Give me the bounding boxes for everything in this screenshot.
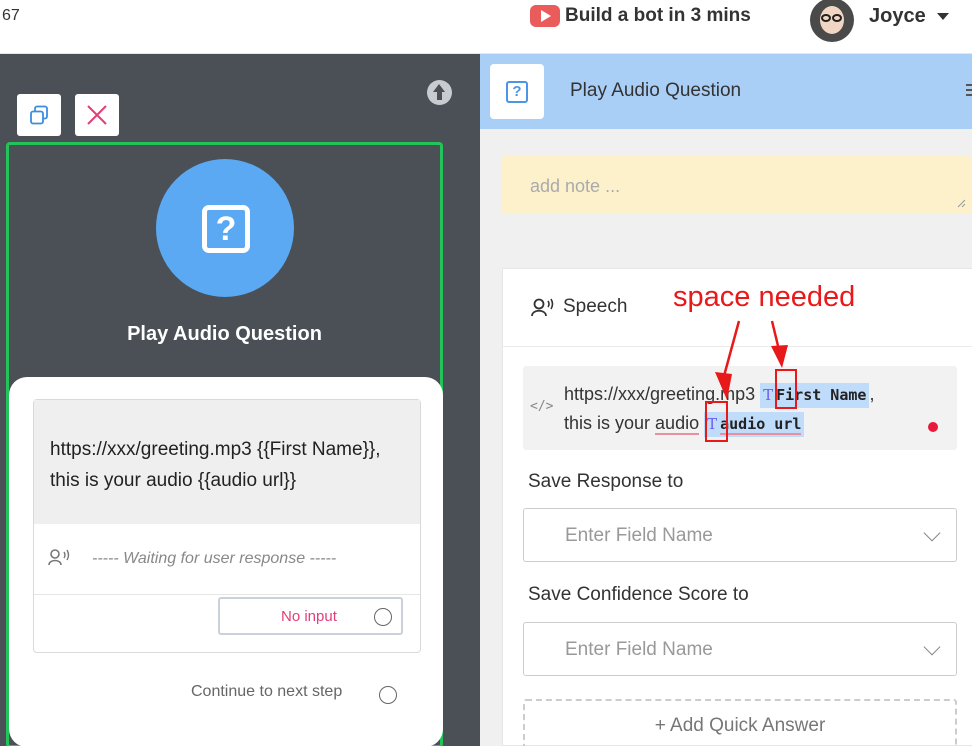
- panel-header: ? Play Audio Question: [480, 54, 972, 129]
- selected-node-card[interactable]: ? Play Audio Question https://xxx/greeti…: [6, 142, 443, 746]
- message-line-1: https://xxx/greeting.mp3 {{First Name}},: [50, 439, 381, 460]
- no-input-label: No input: [281, 608, 337, 625]
- message-box: https://xxx/greeting.mp3 {{First Name}},…: [33, 399, 421, 653]
- waiting-text: ----- Waiting for user response -----: [92, 550, 337, 567]
- select-placeholder: Enter Field Name: [565, 639, 713, 660]
- delete-button[interactable]: [75, 94, 119, 136]
- annotation-text: space needed: [673, 281, 856, 313]
- add-quick-answer-label: + Add Quick Answer: [654, 715, 826, 736]
- editor-line-2: this is your audio Taudio url: [564, 412, 805, 437]
- resize-grip-icon[interactable]: [956, 198, 966, 208]
- save-response-select[interactable]: Enter Field Name: [523, 508, 957, 562]
- divider: [503, 346, 972, 347]
- avatar-glasses-right: [832, 14, 842, 22]
- save-confidence-label: Save Confidence Score to: [528, 584, 749, 605]
- copy-icon: [30, 105, 48, 125]
- code-icon[interactable]: </>: [530, 399, 553, 414]
- question-icon: ?: [202, 205, 250, 253]
- speech-card: Speech </> https://xxx/greeting.mp3 T Fir…: [502, 268, 972, 746]
- header-icon-box: ?: [490, 64, 544, 119]
- canvas-panel: ? Play Audio Question https://xxx/greeti…: [0, 54, 480, 746]
- speech-icon: [531, 298, 554, 317]
- editor-url-text: https://xxx/greeting.mp3: [564, 384, 756, 404]
- chevron-down-icon: [923, 638, 941, 656]
- variable-chip-audio-url[interactable]: Taudio url: [704, 412, 805, 437]
- editor-comma: ,: [869, 384, 875, 404]
- panel-title: Play Audio Question: [570, 80, 742, 101]
- close-icon: [87, 105, 107, 125]
- avatar[interactable]: [810, 0, 854, 42]
- upload-icon[interactable]: [427, 80, 452, 105]
- top-left-number: 67: [2, 7, 20, 24]
- message-text: https://xxx/greeting.mp3 {{First Name}},…: [34, 400, 420, 524]
- question-icon: ?: [506, 81, 528, 103]
- no-input-connector-radio[interactable]: [374, 608, 392, 626]
- speech-editor[interactable]: </> https://xxx/greeting.mp3 T First Name…: [523, 366, 957, 450]
- chevron-down-icon: [923, 524, 941, 542]
- menu-icon[interactable]: [966, 84, 972, 98]
- node-title: Play Audio Question: [127, 323, 322, 345]
- youtube-icon[interactable]: [530, 5, 560, 27]
- add-quick-answer-button[interactable]: + Add Quick Answer: [523, 699, 957, 746]
- no-input-button[interactable]: No input: [218, 597, 403, 635]
- duplicate-button[interactable]: [17, 94, 61, 136]
- error-indicator-dot: [928, 422, 938, 432]
- node-body: https://xxx/greeting.mp3 {{First Name}},…: [9, 377, 443, 746]
- build-bot-link[interactable]: Build a bot in 3 mins: [565, 5, 751, 27]
- variable-chip-first-name[interactable]: T First Name: [760, 383, 870, 408]
- select-placeholder: Enter Field Name: [565, 525, 713, 546]
- save-confidence-select[interactable]: Enter Field Name: [523, 622, 957, 676]
- message-line-2: this is your audio {{audio url}}: [50, 470, 297, 491]
- avatar-glasses-left: [821, 14, 831, 22]
- variable-name: First Name: [776, 386, 867, 404]
- listening-person-icon: [48, 549, 70, 566]
- note-placeholder: add note ...: [530, 176, 621, 196]
- text-variable-icon: T: [707, 415, 718, 433]
- tab-speech[interactable]: Speech: [563, 296, 627, 318]
- editor-line-2-prefix: this is your: [564, 413, 651, 433]
- continue-connector-radio[interactable]: [379, 686, 397, 704]
- save-response-label: Save Response to: [528, 471, 684, 492]
- user-name[interactable]: Joyce: [869, 5, 926, 28]
- text-variable-icon: T: [763, 386, 774, 404]
- editor-line-1: https://xxx/greeting.mp3 T First Name,: [564, 383, 874, 408]
- node-icon-circle: ?: [156, 159, 294, 297]
- note-textarea[interactable]: add note ...: [501, 156, 972, 214]
- editor-misspelled-word: audio: [655, 413, 700, 435]
- properties-panel: ? Play Audio Question add note ... Speec…: [480, 54, 972, 746]
- divider: [34, 594, 420, 595]
- variable-name: audio url: [720, 415, 802, 435]
- continue-label: Continue to next step: [191, 683, 343, 700]
- user-menu-caret-icon[interactable]: [937, 13, 949, 20]
- top-bar: 67 Build a bot in 3 mins Joyce: [0, 0, 972, 54]
